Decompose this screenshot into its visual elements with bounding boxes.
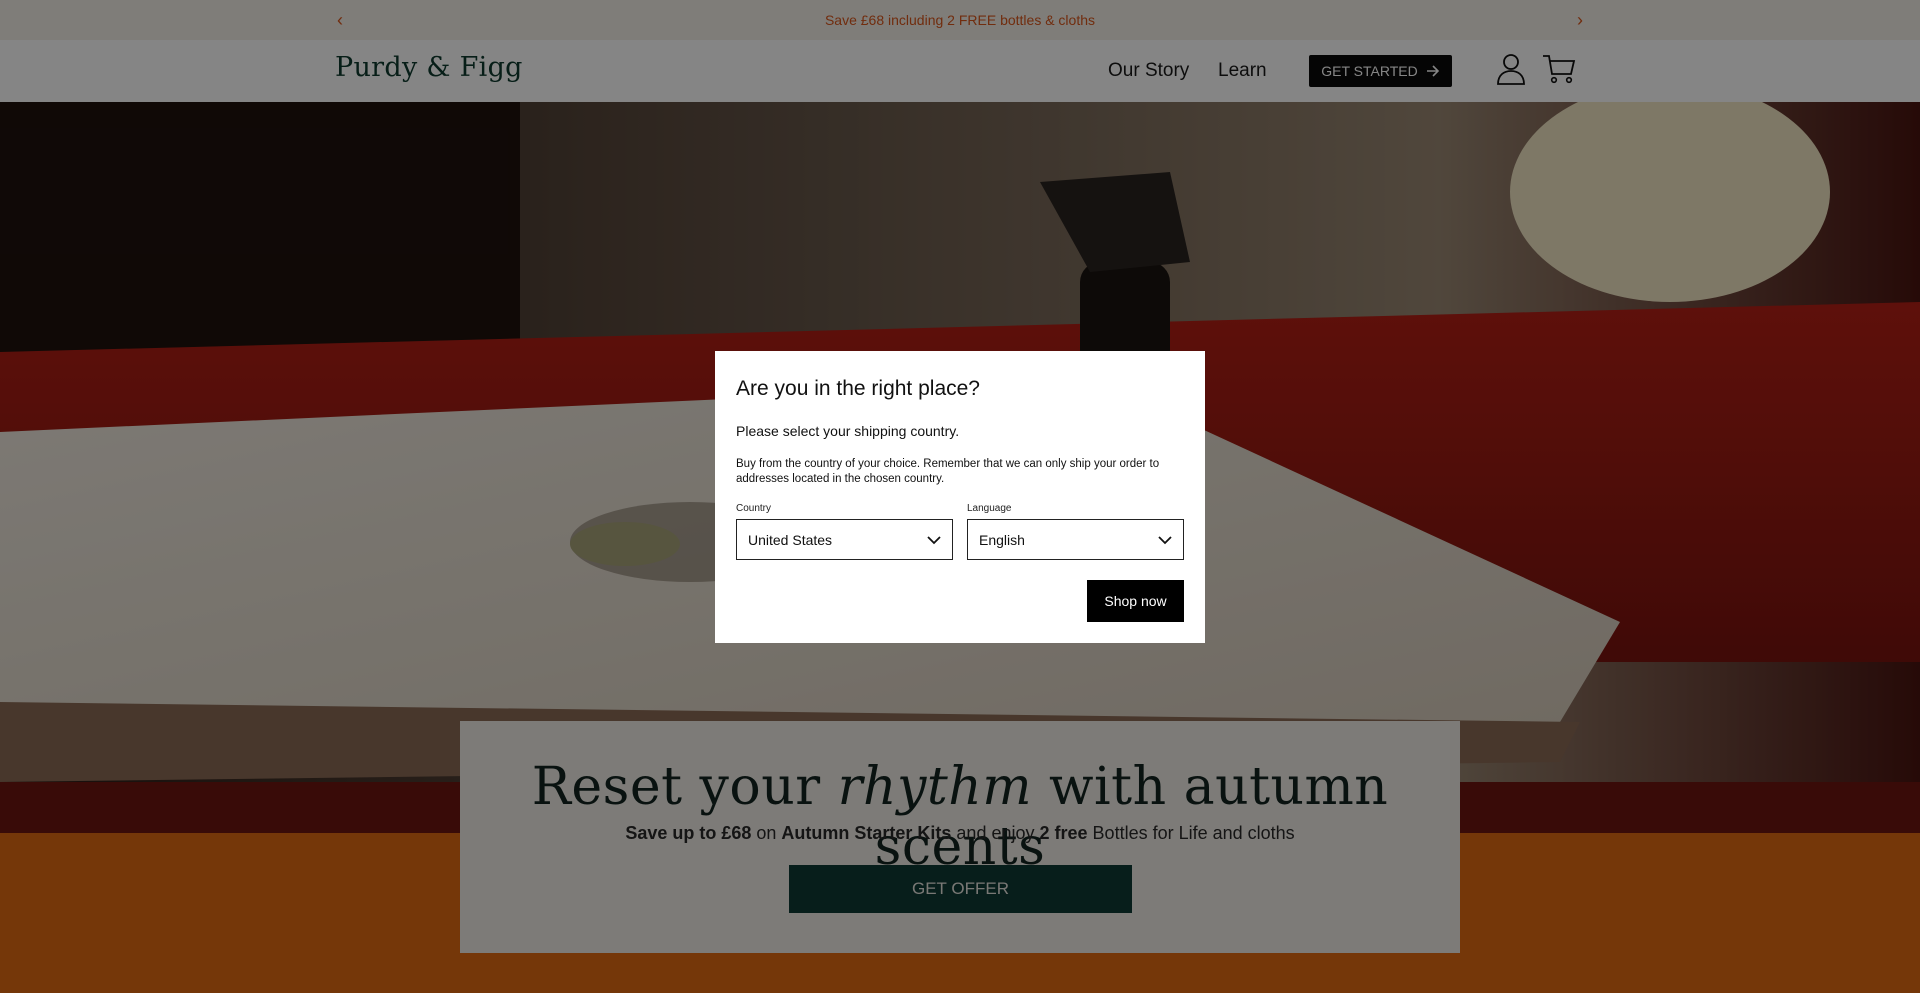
chevron-down-icon: [927, 536, 941, 545]
modal-lead: Please select your shipping country.: [736, 423, 960, 439]
shop-now-button[interactable]: Shop now: [1087, 580, 1184, 622]
country-select-modal: Are you in the right place? Please selec…: [715, 351, 1205, 643]
modal-body: Buy from the country of your choice. Rem…: [736, 458, 1160, 485]
language-select[interactable]: English: [967, 519, 1184, 560]
modal-title: Are you in the right place?: [736, 377, 980, 400]
country-select[interactable]: United States: [736, 519, 953, 560]
chevron-down-icon: [1158, 536, 1172, 545]
country-label: Country: [736, 503, 772, 514]
country-value: United States: [748, 531, 833, 548]
language-label: Language: [967, 503, 1012, 514]
language-value: English: [979, 531, 1025, 548]
